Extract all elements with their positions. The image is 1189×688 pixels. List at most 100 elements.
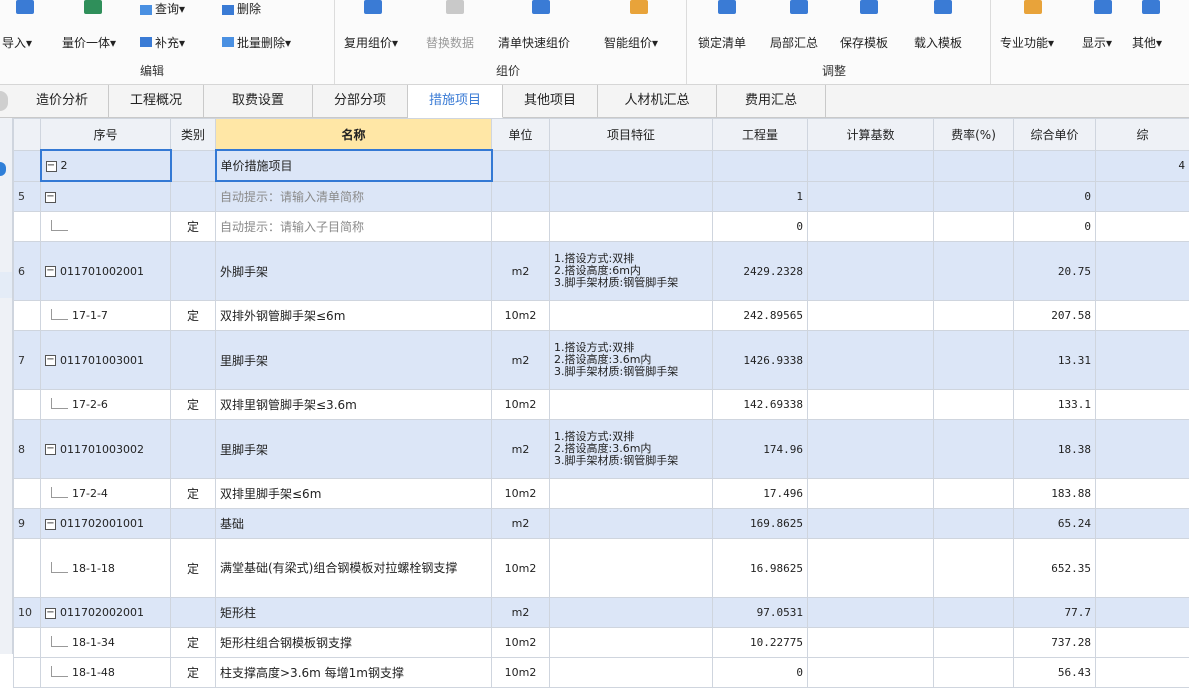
row-unit[interactable]: 10m2 <box>492 628 550 658</box>
header-type[interactable]: 类别 <box>171 119 216 151</box>
row-feature[interactable]: 1.搭设方式:双排 2.搭设高度:3.6m内 3.脚手架材质:钢管脚手架 <box>550 420 713 479</box>
row-base[interactable] <box>808 150 934 181</box>
row-number[interactable]: 9 <box>14 509 41 539</box>
row-rate[interactable] <box>934 150 1014 181</box>
table-row[interactable]: −2单价措施项目4 <box>14 150 1189 181</box>
row-rate[interactable] <box>934 181 1014 212</box>
tab-fee-settings[interactable]: 取费设置 <box>204 85 313 117</box>
row-unit[interactable]: m2 <box>492 420 550 479</box>
row-code[interactable]: 17-1-7 <box>41 301 171 331</box>
row-unit[interactable] <box>492 212 550 242</box>
row-price[interactable]: 133.1 <box>1014 390 1096 420</box>
collapse-toggle-icon[interactable]: − <box>45 355 56 366</box>
row-number[interactable]: 7 <box>14 331 41 390</box>
tab-sub-items[interactable]: 分部分项 <box>313 85 408 117</box>
table-row[interactable]: 7−011701003001里脚手架m21.搭设方式:双排 2.搭设高度:3.6… <box>14 331 1189 390</box>
table-row[interactable]: 18-1-48定柱支撑高度>3.6m 每增1m钢支撑10m2056.43 <box>14 658 1189 688</box>
row-feature[interactable] <box>550 539 713 598</box>
row-price[interactable]: 18.38 <box>1014 420 1096 479</box>
row-rate[interactable] <box>934 658 1014 688</box>
row-price[interactable]: 183.88 <box>1014 479 1096 509</box>
row-qty[interactable]: 2429.2328 <box>713 242 808 301</box>
header-unit[interactable]: 单位 <box>492 119 550 151</box>
row-feature[interactable] <box>550 150 713 181</box>
row-number[interactable] <box>14 479 41 509</box>
row-rate[interactable] <box>934 628 1014 658</box>
row-rate[interactable] <box>934 301 1014 331</box>
row-price[interactable]: 13.31 <box>1014 331 1096 390</box>
row-type[interactable] <box>171 181 216 212</box>
row-feature[interactable] <box>550 390 713 420</box>
row-base[interactable] <box>808 658 934 688</box>
row-qty[interactable]: 97.0531 <box>713 598 808 628</box>
row-name[interactable]: 满堂基础(有梁式)组合钢模板对拉螺栓钢支撑 <box>216 539 492 598</box>
row-unit[interactable]: m2 <box>492 509 550 539</box>
save-template-button[interactable]: 保存模板 <box>838 0 902 60</box>
row-rate[interactable] <box>934 509 1014 539</box>
row-code[interactable]: 18-1-48 <box>41 658 171 688</box>
import-button[interactable]: 导入▾ <box>0 0 50 60</box>
row-price[interactable]: 65.24 <box>1014 509 1096 539</box>
row-unit[interactable]: 10m2 <box>492 390 550 420</box>
row-feature[interactable] <box>550 301 713 331</box>
row-rate[interactable] <box>934 479 1014 509</box>
row-type[interactable] <box>171 242 216 301</box>
row-number[interactable] <box>14 212 41 242</box>
header-name[interactable]: 名称 <box>216 119 492 151</box>
row-feature[interactable] <box>550 181 713 212</box>
row-extra[interactable] <box>1096 628 1189 658</box>
tab-fee-summary[interactable]: 费用汇总 <box>717 85 826 117</box>
row-rate[interactable] <box>934 539 1014 598</box>
row-code[interactable]: −011702002001 <box>41 598 171 628</box>
row-base[interactable] <box>808 628 934 658</box>
row-extra[interactable] <box>1096 242 1189 301</box>
reuse-price-button[interactable]: 复用组价▾ <box>340 0 426 60</box>
row-extra[interactable]: 4 <box>1096 150 1189 181</box>
row-name[interactable]: 自动提示：请输入清单简称 <box>216 181 492 212</box>
header-seq[interactable]: 序号 <box>41 119 171 151</box>
row-rate[interactable] <box>934 420 1014 479</box>
row-qty[interactable]: 1426.9338 <box>713 331 808 390</box>
row-unit[interactable]: 10m2 <box>492 301 550 331</box>
row-price[interactable]: 737.28 <box>1014 628 1096 658</box>
row-number[interactable] <box>14 301 41 331</box>
row-qty[interactable]: 142.69338 <box>713 390 808 420</box>
collapse-toggle-icon[interactable]: − <box>46 161 57 172</box>
row-base[interactable] <box>808 390 934 420</box>
table-row[interactable]: 18-1-18定满堂基础(有梁式)组合钢模板对拉螺栓钢支撑10m216.9862… <box>14 539 1189 598</box>
row-name[interactable]: 矩形柱组合钢模板钢支撑 <box>216 628 492 658</box>
table-row[interactable]: 17-1-7定双排外钢管脚手架≤6m10m2242.89565207.58 <box>14 301 1189 331</box>
collapse-toggle-icon[interactable]: − <box>45 192 56 203</box>
table-row[interactable]: 10−011702002001矩形柱m297.053177.7 <box>14 598 1189 628</box>
row-name[interactable]: 自动提示：请输入子目简称 <box>216 212 492 242</box>
table-row[interactable]: 6−011701002001外脚手架m21.搭设方式:双排 2.搭设高度:6m内… <box>14 242 1189 301</box>
row-qty[interactable]: 242.89565 <box>713 301 808 331</box>
row-base[interactable] <box>808 181 934 212</box>
row-code[interactable]: 18-1-18 <box>41 539 171 598</box>
row-unit[interactable] <box>492 150 550 181</box>
row-price[interactable]: 56.43 <box>1014 658 1096 688</box>
row-base[interactable] <box>808 420 934 479</box>
row-price[interactable]: 652.35 <box>1014 539 1096 598</box>
row-base[interactable] <box>808 509 934 539</box>
row-type[interactable]: 定 <box>171 539 216 598</box>
row-price[interactable]: 0 <box>1014 212 1096 242</box>
row-type[interactable] <box>171 150 216 181</box>
row-name[interactable]: 双排里脚手架≤6m <box>216 479 492 509</box>
row-rate[interactable] <box>934 242 1014 301</box>
tab-measures[interactable]: 措施项目 <box>408 85 503 118</box>
row-code[interactable]: −011702001001 <box>41 509 171 539</box>
row-base[interactable] <box>808 212 934 242</box>
table-row[interactable]: 18-1-34定矩形柱组合钢模板钢支撑10m210.22775737.28 <box>14 628 1189 658</box>
row-type[interactable] <box>171 509 216 539</box>
row-code[interactable]: 17-2-4 <box>41 479 171 509</box>
quantity-price-button[interactable]: 量价一体▾ <box>58 0 132 60</box>
row-qty[interactable] <box>713 150 808 181</box>
row-name[interactable]: 里脚手架 <box>216 331 492 390</box>
row-number[interactable] <box>14 539 41 598</box>
row-qty[interactable]: 174.96 <box>713 420 808 479</box>
row-feature[interactable] <box>550 212 713 242</box>
row-type[interactable]: 定 <box>171 301 216 331</box>
header-base[interactable]: 计算基数 <box>808 119 934 151</box>
tab-other-items[interactable]: 其他项目 <box>503 85 598 117</box>
